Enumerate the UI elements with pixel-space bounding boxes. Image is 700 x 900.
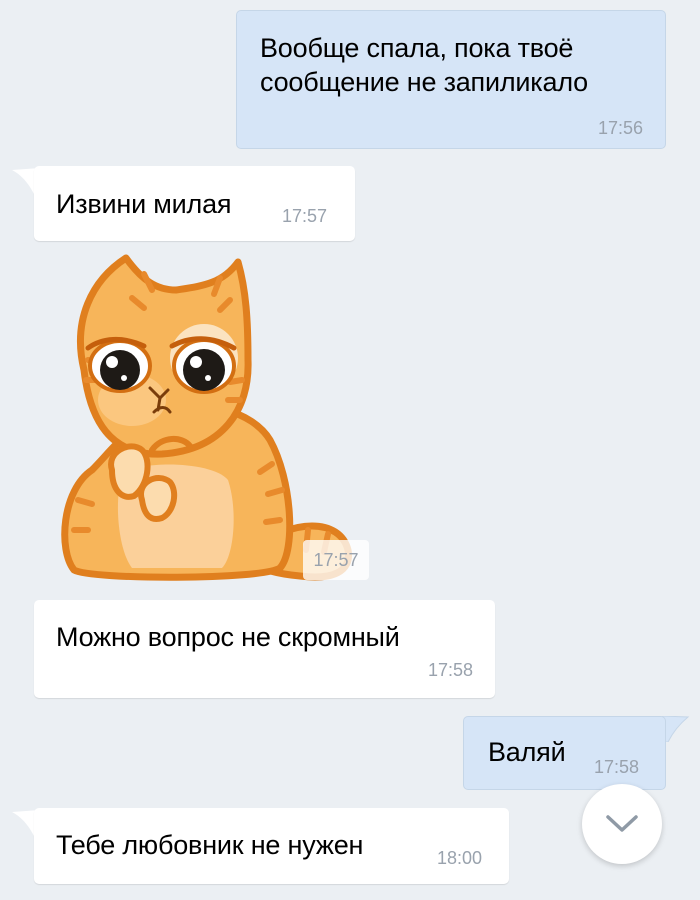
incoming-message[interactable]: Тебе любовник не нужен 18:00 [34, 808, 509, 884]
outgoing-message[interactable]: Валяй 17:58 [463, 716, 666, 790]
message-time: 17:58 [594, 757, 640, 777]
incoming-message[interactable]: Извини милая 17:57 [34, 166, 355, 241]
message-text: Вообще спала, пока твоё сообщение не зап… [260, 31, 588, 99]
sticker-sad-cat[interactable] [52, 250, 352, 585]
incoming-message[interactable]: Можно вопрос не скромный 17:58 [34, 600, 495, 698]
outgoing-message[interactable]: Вообще спала, пока твоё сообщение не зап… [236, 10, 666, 149]
scroll-to-bottom-button[interactable] [582, 784, 662, 864]
message-time: 17:56 [597, 118, 643, 138]
chat-message-list[interactable]: Вообще спала, пока твоё сообщение не зап… [0, 0, 700, 900]
message-text: Тебе любовник не нужен [56, 830, 364, 860]
message-text: Извини милая [56, 189, 232, 219]
message-time: 17:57 [282, 206, 328, 226]
message-time: 17:58 [427, 660, 473, 680]
message-time: 17:57 [303, 540, 369, 580]
message-text-line: сообщение не запиликало [260, 67, 588, 97]
bubble-tail [662, 716, 690, 742]
chevron-down-icon [606, 815, 638, 832]
message-text: Можно вопрос не скромный [56, 622, 400, 652]
message-text-line: Вообще спала, пока твоё [260, 33, 574, 63]
message-text: Валяй [488, 737, 566, 767]
message-time: 18:00 [437, 848, 483, 868]
